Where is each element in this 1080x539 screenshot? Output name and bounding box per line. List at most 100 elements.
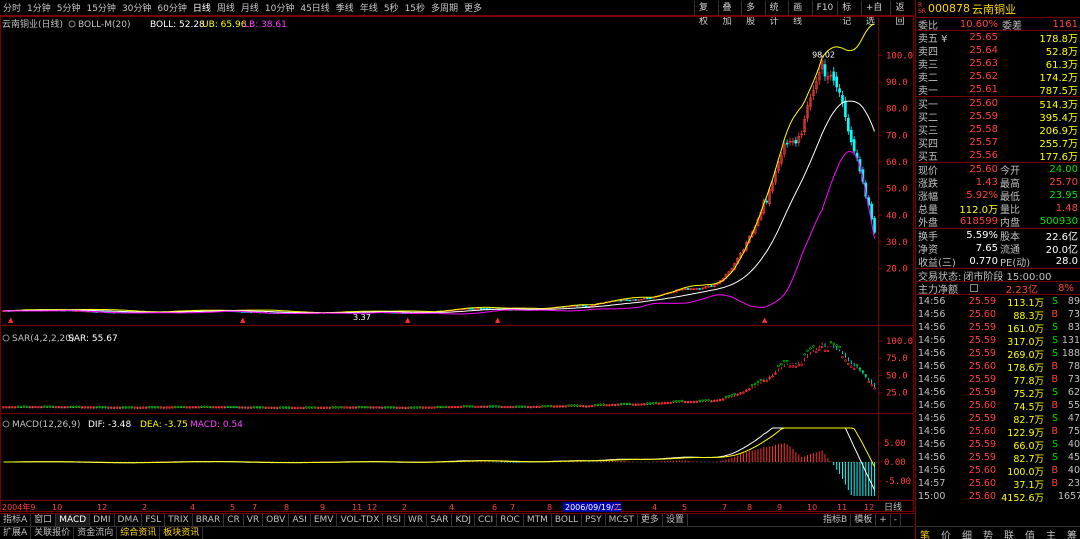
period-tab-3[interactable]: 15分钟 bbox=[83, 1, 118, 14]
x-tick-label: 8 bbox=[284, 503, 289, 512]
event-marker-icon[interactable]: ▲ bbox=[240, 316, 246, 324]
indicator-b-tab-1[interactable]: 模板 bbox=[851, 514, 877, 526]
event-marker-icon[interactable]: ▲ bbox=[495, 316, 501, 324]
indicator-tab-15[interactable]: WR bbox=[405, 514, 428, 526]
sar-dot bbox=[832, 342, 836, 345]
sar-toggle-icon[interactable] bbox=[2, 334, 10, 342]
period-tab-0[interactable]: 分时 bbox=[0, 1, 24, 14]
sar-dot bbox=[806, 349, 809, 352]
period-tab-9[interactable]: 10分钟 bbox=[262, 1, 297, 14]
indicator-tab-13[interactable]: VOL-TDX bbox=[337, 514, 384, 526]
indicator-tab-7[interactable]: BRAR bbox=[193, 514, 225, 526]
indicator-tab-23[interactable]: MCST bbox=[606, 514, 638, 526]
indicator-tab-11[interactable]: ASI bbox=[289, 514, 311, 526]
period-tab-13[interactable]: 5秒 bbox=[381, 1, 402, 14]
candle-body bbox=[471, 308, 474, 310]
candle-body bbox=[698, 288, 702, 290]
macd-toggle-icon[interactable] bbox=[2, 420, 10, 428]
indicator-b-tab-2[interactable]: + bbox=[876, 514, 891, 526]
candle-body bbox=[832, 71, 836, 81]
tick-row: 15:00 25.60 4152.6万 1657 bbox=[918, 491, 1080, 504]
indicator-tab-4[interactable]: DMA bbox=[115, 514, 143, 526]
indicator-toggle-icon[interactable] bbox=[68, 20, 76, 28]
event-marker-icon[interactable]: ▲ bbox=[8, 316, 14, 324]
tick-row: 14:56 25.59 113.1万 S 89 bbox=[918, 296, 1080, 309]
toolbar-button-1[interactable]: 叠加 bbox=[717, 1, 742, 27]
period-tab-4[interactable]: 30分钟 bbox=[119, 1, 154, 14]
indicator-b-tab-0[interactable]: 指标B bbox=[820, 514, 852, 526]
period-tab-1[interactable]: 1分钟 bbox=[24, 1, 54, 14]
indicator-tab-8[interactable]: CR bbox=[224, 514, 244, 526]
extension-tab-2[interactable]: 资金流向 bbox=[74, 527, 118, 539]
toolbar-button-4[interactable]: 画线 bbox=[788, 1, 812, 27]
candle-body bbox=[844, 100, 847, 118]
right-tab-7[interactable]: 筹 bbox=[1067, 527, 1077, 539]
expand-icon[interactable] bbox=[970, 284, 978, 292]
period-tab-11[interactable]: 季线 bbox=[333, 1, 357, 14]
period-tab-16[interactable]: 更多 bbox=[461, 1, 485, 14]
indicator-tab-2[interactable]: MACD bbox=[56, 514, 91, 526]
indicator-tab-20[interactable]: MTM bbox=[524, 514, 552, 526]
right-tab-3[interactable]: 势 bbox=[983, 527, 993, 539]
candle-body bbox=[686, 288, 690, 290]
indicator-tab-10[interactable]: OBV bbox=[263, 514, 290, 526]
right-tab-5[interactable]: 值 bbox=[1025, 527, 1035, 539]
indicator-tab-12[interactable]: EMV bbox=[311, 514, 338, 526]
candle-body bbox=[849, 129, 853, 143]
indicator-tab-9[interactable]: VR bbox=[244, 514, 264, 526]
tick-row: 14:56 25.59 82.7万 S 45 bbox=[918, 452, 1080, 465]
indicator-tab-14[interactable]: RSI bbox=[383, 514, 406, 526]
sells-row-4: 卖一 25.61 787.5万 bbox=[918, 84, 1078, 97]
right-tab-6[interactable]: 主 bbox=[1046, 527, 1056, 539]
right-tab-2[interactable]: 细 bbox=[962, 527, 972, 539]
event-marker-icon[interactable]: ▲ bbox=[762, 316, 768, 324]
indicator-tab-19[interactable]: ROC bbox=[497, 514, 524, 526]
extension-tab-3[interactable]: 综合资讯 bbox=[117, 527, 161, 539]
indicator-tab-5[interactable]: FSL bbox=[142, 514, 166, 526]
right-tab-4[interactable]: 联 bbox=[1004, 527, 1014, 539]
indicator-tab-17[interactable]: KDJ bbox=[452, 514, 475, 526]
event-marker-icon[interactable]: ▲ bbox=[405, 316, 411, 324]
main-flow-row[interactable]: 主力净额 2.23亿 8% bbox=[916, 282, 1080, 296]
boll-ub-line bbox=[3, 23, 875, 314]
indicator-tab-24[interactable]: 更多 bbox=[638, 514, 663, 526]
indicator-tab-16[interactable]: SAR bbox=[427, 514, 453, 526]
candle-body bbox=[474, 308, 477, 310]
extension-tab-4[interactable]: 板块资讯 bbox=[160, 527, 204, 539]
indicator-tab-21[interactable]: BOLL bbox=[552, 514, 583, 526]
period-tab-6[interactable]: 日线 bbox=[190, 1, 214, 14]
toolbar-button-7[interactable]: +自选 bbox=[860, 1, 891, 27]
toolbar-button-2[interactable]: 多股 bbox=[741, 1, 765, 27]
period-tab-2[interactable]: 5分钟 bbox=[54, 1, 84, 14]
toolbar-button-6[interactable]: 标记 bbox=[837, 1, 861, 27]
right-tab-0[interactable]: 笔 bbox=[920, 527, 930, 539]
indicator-tab-25[interactable]: 设置 bbox=[663, 514, 688, 526]
indicator-tab-0[interactable]: 指标A bbox=[0, 514, 32, 526]
period-tab-5[interactable]: 60分钟 bbox=[154, 1, 189, 14]
period-tab-8[interactable]: 月线 bbox=[238, 1, 262, 14]
period-tab-12[interactable]: 年线 bbox=[357, 1, 381, 14]
period-tab-10[interactable]: 45日线 bbox=[297, 1, 332, 14]
period-tab-14[interactable]: 15秒 bbox=[402, 1, 428, 14]
period-tab-15[interactable]: 多周期 bbox=[428, 1, 461, 14]
toolbar-button-5[interactable]: F10 bbox=[811, 1, 838, 15]
right-tab-1[interactable]: 价 bbox=[941, 527, 951, 539]
toolbar-button-3[interactable]: 统计 bbox=[764, 1, 789, 27]
candle-body bbox=[479, 308, 483, 310]
kline-chart[interactable]: 100.0 90.0 80.0 70.0 60.0 50.0 40.0 30.0 20.0 98.… bbox=[0, 16, 914, 512]
indicator-tab-3[interactable]: DMI bbox=[90, 514, 115, 526]
extension-tab-1[interactable]: 关联报价 bbox=[31, 527, 75, 539]
indicator-tab-1[interactable]: 窗口 bbox=[31, 514, 57, 526]
extension-tab-0[interactable]: 扩展A bbox=[0, 527, 32, 539]
candle-body bbox=[625, 299, 629, 301]
period-tab-7[interactable]: 周线 bbox=[214, 1, 238, 14]
indicator-tab-6[interactable]: TRIX bbox=[165, 514, 193, 526]
toolbar-button-8[interactable]: 返回 bbox=[890, 1, 914, 27]
macd-label: MACD(12,26,9) bbox=[12, 420, 80, 430]
indicator-tab-18[interactable]: CCI bbox=[475, 514, 498, 526]
toolbar-button-0[interactable]: 复权 bbox=[694, 1, 718, 27]
sar-dot bbox=[817, 348, 821, 352]
indicator-b-tab-3[interactable]: - bbox=[891, 514, 901, 526]
sar-dot bbox=[759, 378, 763, 382]
indicator-tab-22[interactable]: PSY bbox=[582, 514, 606, 526]
